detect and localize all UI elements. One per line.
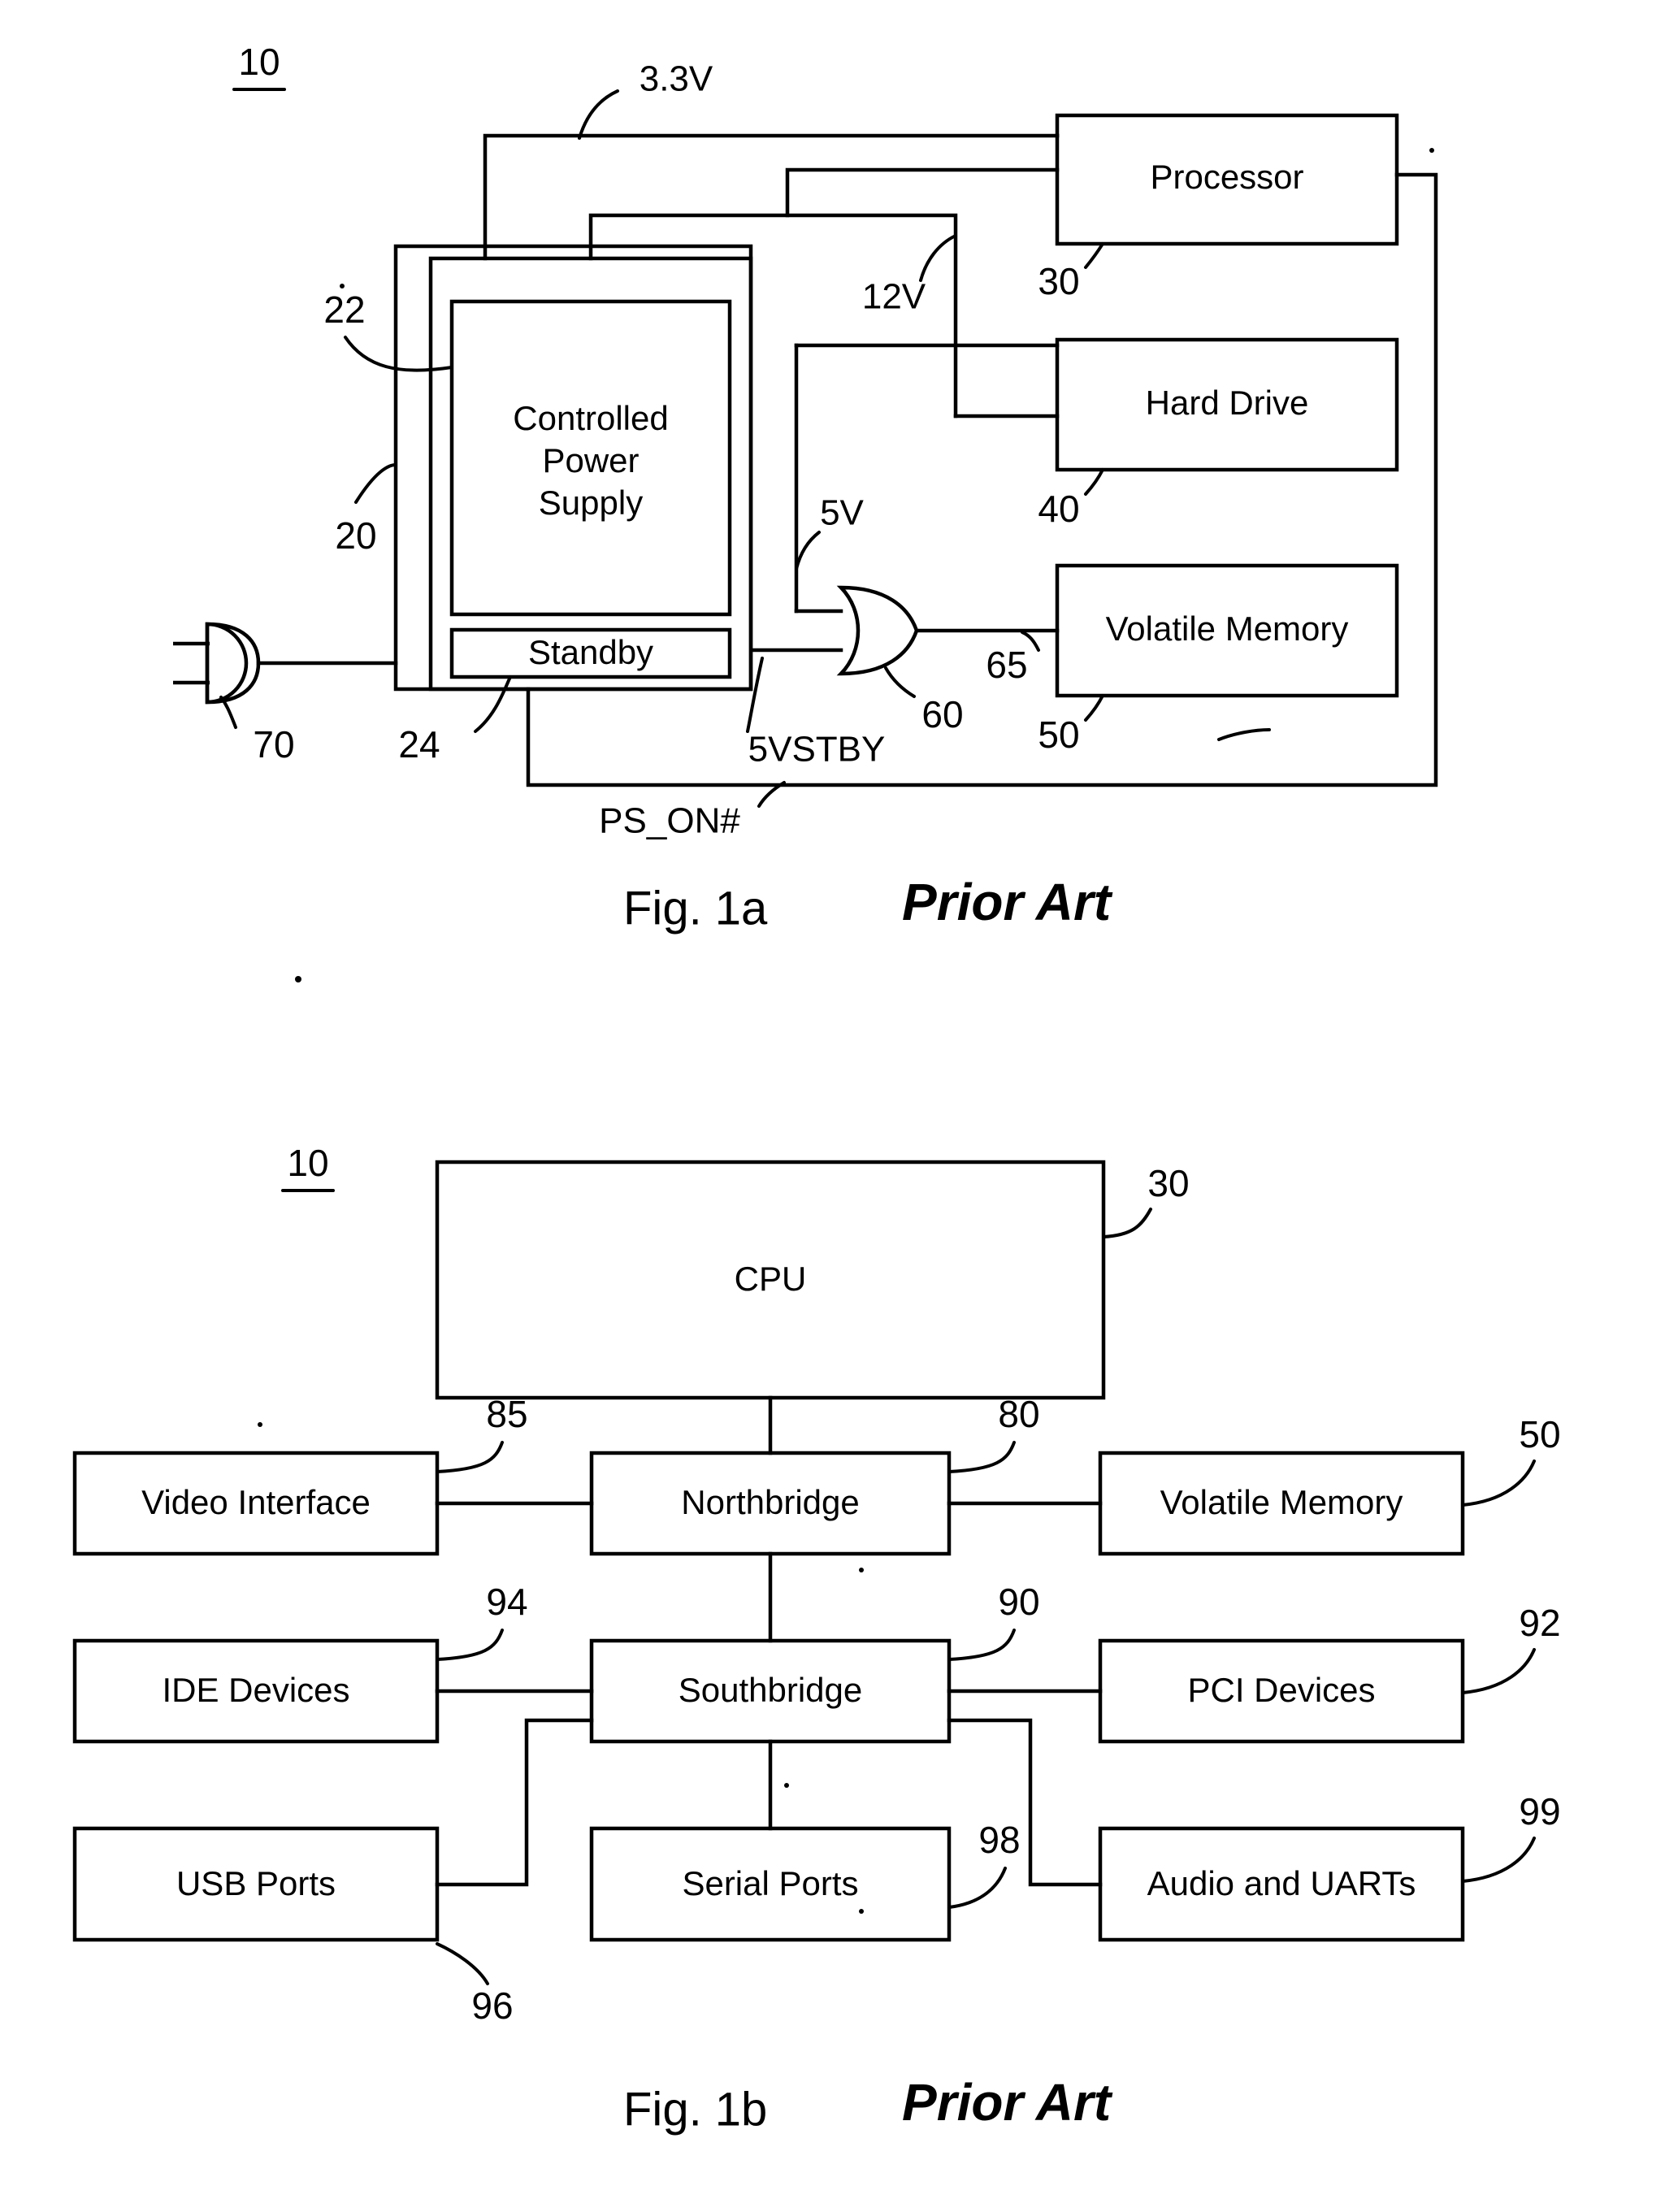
scan-speck bbox=[258, 1422, 262, 1427]
audio-uarts-label: Audio and UARTs bbox=[1147, 1864, 1416, 1902]
leader-40 bbox=[1084, 468, 1104, 496]
wire-3v3 bbox=[483, 133, 1060, 261]
usb-ports-label: USB Ports bbox=[176, 1864, 336, 1902]
processor-label: Processor bbox=[1150, 158, 1303, 196]
ref-50: 50 bbox=[1038, 713, 1079, 756]
leader-99 bbox=[1461, 1837, 1536, 1883]
northbridge-label: Northbridge bbox=[681, 1483, 859, 1521]
scan-speck bbox=[295, 976, 301, 982]
leader-90 bbox=[947, 1629, 1016, 1661]
leader-94 bbox=[436, 1629, 504, 1661]
ref-80: 80 bbox=[998, 1393, 1039, 1435]
ref-30: 30 bbox=[1038, 260, 1079, 302]
hard-drive-label: Hard Drive bbox=[1146, 384, 1309, 422]
signal-label-5vstby: 5VSTBY bbox=[748, 730, 886, 770]
ref-65: 65 bbox=[986, 644, 1027, 686]
wire-ps-on bbox=[526, 172, 1438, 787]
volatile-memory-label: Volatile Memory bbox=[1106, 609, 1349, 648]
leader-50-1b bbox=[1461, 1459, 1536, 1507]
controlled-power-supply-label-line2: Power bbox=[542, 441, 639, 479]
figure-1b-prior-art-note: Prior Art bbox=[902, 2073, 1113, 2132]
serial-ports-label: Serial Ports bbox=[682, 1864, 858, 1902]
leader-70 bbox=[219, 696, 237, 729]
ref-20: 20 bbox=[335, 514, 376, 557]
signal-label-12v: 12V bbox=[862, 277, 926, 317]
leader-30-1b bbox=[1102, 1208, 1152, 1238]
ref-30-1b: 30 bbox=[1147, 1162, 1189, 1204]
leader-5v bbox=[795, 531, 821, 570]
ref-40: 40 bbox=[1038, 488, 1079, 530]
ref-90: 90 bbox=[998, 1581, 1039, 1623]
ref-60: 60 bbox=[921, 693, 963, 735]
scan-speck bbox=[859, 1909, 864, 1914]
ref-24: 24 bbox=[398, 723, 440, 766]
figure-1b-caption: Fig. 1b bbox=[623, 2083, 767, 2136]
ide-devices-label: IDE Devices bbox=[162, 1671, 349, 1709]
leader-22 bbox=[344, 336, 453, 372]
ref-96: 96 bbox=[471, 1984, 513, 2027]
leader-3v3 bbox=[578, 89, 619, 140]
standby-label: Standby bbox=[528, 633, 653, 671]
leader-92 bbox=[1461, 1648, 1536, 1694]
figure-1a: 10 3.3V 12V 5V 5VSTBY PS_ON# 22 20 24 30… bbox=[173, 41, 1438, 982]
leader-85-curve bbox=[436, 1441, 504, 1473]
figure-1b: 10 CPU Video Interface Northbridge Volat… bbox=[72, 1142, 1561, 2136]
ref-70: 70 bbox=[253, 723, 294, 766]
volatile-memory-label-1b: Volatile Memory bbox=[1160, 1483, 1403, 1521]
leader-24 bbox=[474, 675, 512, 733]
ref-22: 22 bbox=[323, 288, 365, 331]
ac-plug-icon bbox=[205, 622, 249, 705]
ref-94: 94 bbox=[486, 1581, 527, 1623]
leader-60 bbox=[884, 666, 916, 698]
cpu-label: CPU bbox=[735, 1260, 807, 1298]
signal-label-5v: 5V bbox=[820, 493, 864, 533]
leader-98 bbox=[947, 1867, 1007, 1909]
wire-12v-to-processor bbox=[785, 167, 1060, 218]
wire-southbridge-audio bbox=[947, 1718, 1103, 1887]
scan-speck bbox=[784, 1783, 789, 1788]
system-ref-10: 10 bbox=[238, 41, 280, 83]
leader-96 bbox=[436, 1942, 489, 1985]
scan-speck bbox=[1429, 148, 1434, 153]
signal-label-ps-on: PS_ON# bbox=[599, 801, 740, 841]
pci-devices-label: PCI Devices bbox=[1187, 1671, 1375, 1709]
figure-1a-prior-art-note: Prior Art bbox=[902, 873, 1113, 931]
or-gate-icon bbox=[836, 585, 919, 676]
leader-20 bbox=[354, 463, 397, 504]
scan-stray-mark bbox=[1217, 728, 1271, 741]
leader-12v bbox=[919, 234, 957, 282]
leader-80 bbox=[947, 1441, 1016, 1473]
southbridge-label: Southbridge bbox=[679, 1671, 863, 1709]
ref-92: 92 bbox=[1519, 1602, 1560, 1644]
ref-50-1b: 50 bbox=[1519, 1413, 1560, 1455]
system-ref-10-1b: 10 bbox=[287, 1142, 328, 1184]
leader-50 bbox=[1084, 694, 1104, 722]
controlled-power-supply-label-line1: Controlled bbox=[513, 399, 668, 437]
video-interface-label: Video Interface bbox=[141, 1483, 371, 1521]
ref-85: 85 bbox=[486, 1393, 527, 1435]
ref-98: 98 bbox=[978, 1819, 1020, 1861]
patent-drawing-sheet: 10 3.3V 12V 5V 5VSTBY PS_ON# 22 20 24 30… bbox=[0, 0, 1665, 2212]
signal-label-3v3: 3.3V bbox=[640, 59, 713, 99]
wire-southbridge-usb bbox=[435, 1718, 594, 1887]
leader-30 bbox=[1084, 242, 1104, 269]
scan-speck bbox=[859, 1568, 864, 1572]
figure-1a-caption: Fig. 1a bbox=[623, 882, 768, 935]
scan-speck bbox=[340, 284, 345, 288]
ref-99: 99 bbox=[1519, 1790, 1560, 1832]
controlled-power-supply-label-line3: Supply bbox=[539, 484, 643, 522]
